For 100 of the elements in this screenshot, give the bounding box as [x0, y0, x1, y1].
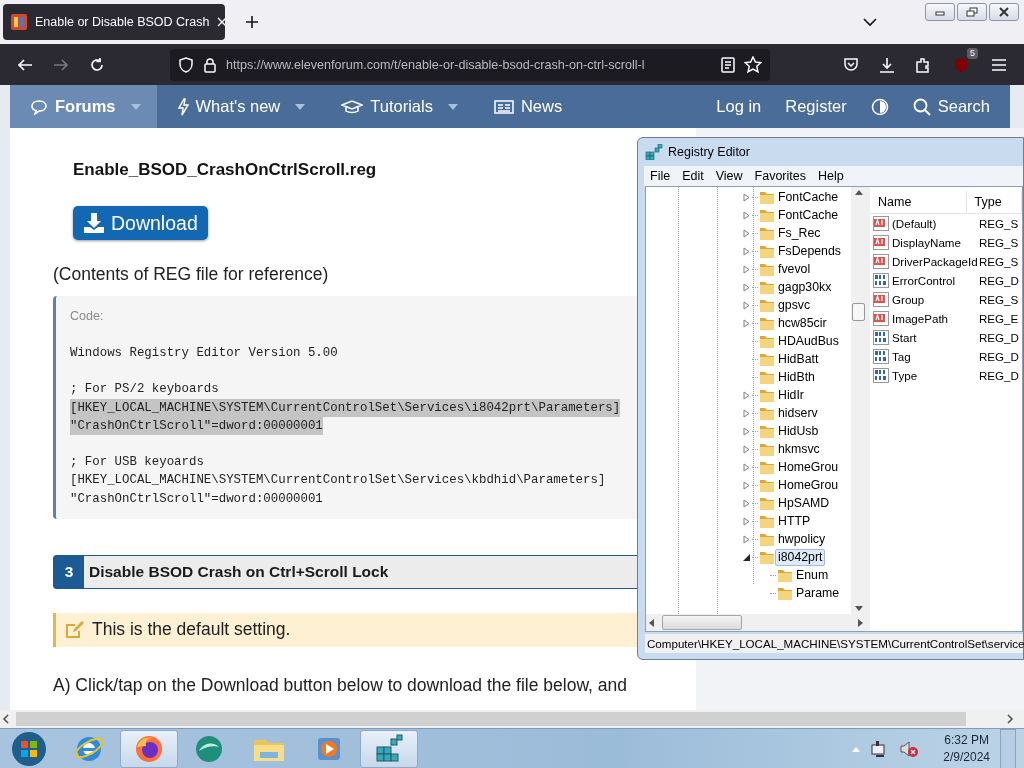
tree-item[interactable]: HidBatt: [775, 350, 822, 368]
expand-arrow-icon[interactable]: [742, 192, 751, 202]
nav-tab[interactable]: Forums: [10, 85, 157, 128]
tree-item[interactable]: Enum: [793, 566, 832, 584]
menu-item[interactable]: File: [644, 169, 677, 183]
tree-item[interactable]: HomeGrou: [775, 458, 842, 476]
caret-icon[interactable]: [295, 103, 306, 110]
nav-tab[interactable]: News: [473, 85, 579, 128]
close-button[interactable]: [989, 3, 1019, 21]
value-row[interactable]: Group REG_S: [870, 290, 1022, 309]
chevron-down-icon[interactable]: [863, 17, 877, 27]
menu-item[interactable]: View: [709, 169, 749, 183]
instruction-text: A) Click/tap on the Download button below to download the file below, and: [53, 673, 628, 697]
tree-item[interactable]: HidUsb: [775, 422, 822, 440]
ublock-button[interactable]: 5: [944, 47, 978, 82]
tree-item[interactable]: hkmsvc: [775, 440, 823, 458]
value-row[interactable]: Start REG_D: [870, 328, 1022, 347]
tree-item[interactable]: FsDepends: [775, 242, 844, 260]
sphere-icon[interactable]: [193, 733, 225, 765]
tree-item[interactable]: gpsvc: [775, 296, 814, 314]
tree-item[interactable]: HomeGrou: [775, 476, 842, 494]
tree-item[interactable]: i8042prt: [775, 548, 826, 566]
nav-tab[interactable]: What's new: [156, 85, 322, 128]
expand-arrow-icon[interactable]: [742, 300, 751, 310]
restore-button[interactable]: [957, 3, 987, 21]
value-row[interactable]: ErrorControl REG_D: [870, 271, 1022, 290]
horizontal-scrollbar[interactable]: [646, 614, 866, 631]
tree-item[interactable]: HpSAMD: [775, 494, 833, 512]
tree-item[interactable]: Parame: [793, 584, 843, 602]
menu-item[interactable]: Favorites: [748, 169, 812, 183]
reader-view-icon[interactable]: [721, 56, 735, 73]
taskbar-app[interactable]: [120, 730, 178, 768]
expand-arrow-icon[interactable]: [742, 228, 751, 238]
expand-arrow-icon[interactable]: [742, 390, 751, 400]
expand-arrow-icon[interactable]: [742, 426, 751, 436]
expand-arrow-icon[interactable]: [742, 264, 751, 274]
value-row[interactable]: (Default) REG_S: [870, 214, 1022, 233]
value-row[interactable]: Tag REG_D: [870, 347, 1022, 366]
expand-arrow-icon[interactable]: [742, 210, 751, 220]
tree-item[interactable]: HidIr: [775, 386, 807, 404]
close-icon[interactable]: [217, 17, 225, 27]
restore-icon: [966, 7, 978, 17]
register-link[interactable]: Register: [773, 85, 859, 128]
column-header[interactable]: Type: [966, 191, 1022, 213]
expand-arrow-icon[interactable]: [742, 444, 751, 454]
scroll-thumb[interactable]: [16, 712, 966, 726]
expand-arrow-icon[interactable]: [742, 480, 751, 490]
menu-item[interactable]: Help: [812, 169, 850, 183]
horizontal-scrollbar[interactable]: [0, 710, 1024, 728]
login-link[interactable]: Log in: [704, 85, 774, 128]
collapse-arrow-icon[interactable]: [742, 552, 751, 562]
speaker-muted-icon[interactable]: [899, 740, 920, 758]
cubes-icon[interactable]: [373, 733, 405, 765]
tree-item[interactable]: hcw85cir: [775, 314, 830, 332]
expand-arrow-icon[interactable]: [742, 498, 751, 508]
clock-date: 2/9/2024: [943, 749, 990, 766]
expand-arrow-icon[interactable]: [742, 246, 751, 256]
caret-icon[interactable]: [130, 103, 141, 110]
download-button[interactable]: Download: [73, 206, 208, 240]
tree-item[interactable]: HTTP: [775, 512, 814, 530]
scroll-thumb[interactable]: [662, 615, 742, 630]
shield-icon: [953, 56, 969, 73]
scroll-thumb[interactable]: [852, 303, 865, 321]
column-header[interactable]: Name: [870, 191, 967, 213]
expand-arrow-icon[interactable]: [742, 318, 751, 328]
tree-item[interactable]: fvevol: [775, 260, 814, 278]
expand-arrow-icon[interactable]: [742, 516, 751, 526]
expand-arrow-icon[interactable]: [742, 282, 751, 292]
tree-item[interactable]: FontCache: [775, 206, 842, 224]
expand-arrow-icon[interactable]: [742, 408, 751, 418]
caret-icon[interactable]: [447, 103, 458, 110]
expand-arrow-icon[interactable]: [742, 462, 751, 472]
star-icon[interactable]: [744, 55, 762, 74]
minimize-button[interactable]: [925, 3, 955, 21]
value-name: Group: [892, 293, 925, 306]
address-bar[interactable]: https://www.elevenforum.com/t/enable-or-disable-bsod-crash-on-ctrl-scroll-l: [170, 48, 770, 81]
value-type: REG_S: [979, 217, 1019, 230]
tree-item[interactable]: hwpolicy: [775, 530, 829, 548]
value-row[interactable]: Type REG_D: [870, 366, 1022, 385]
tree-item[interactable]: Fs_Rec: [775, 224, 824, 242]
tree-item[interactable]: HDAudBus: [775, 332, 842, 350]
folder-icon: [759, 207, 775, 223]
browser-tab[interactable]: Enable or Disable BSOD Crash: [3, 4, 225, 40]
tree-item[interactable]: FontCache: [775, 188, 842, 206]
expand-arrow-icon[interactable]: [742, 534, 751, 544]
taskbar-app[interactable]: [360, 730, 418, 768]
tree-item[interactable]: HidBth: [775, 368, 818, 386]
value-row[interactable]: ImagePath REG_E: [870, 309, 1022, 328]
nav-tab[interactable]: Tutorials: [321, 85, 474, 128]
menu-item[interactable]: Edit: [676, 169, 710, 183]
lock-icon[interactable]: [203, 56, 217, 73]
clock[interactable]: 6:32 PM 2/9/2024: [943, 732, 990, 766]
search-link[interactable]: Search: [900, 85, 1010, 128]
tree-item[interactable]: hidserv: [775, 404, 821, 422]
value-row[interactable]: DisplayName REG_S: [870, 233, 1022, 252]
shield-icon[interactable]: [178, 56, 194, 73]
chevron-left-icon: [0, 713, 12, 725]
tree-item[interactable]: gagp30kx: [775, 278, 835, 296]
value-row[interactable]: DriverPackageId REG_S: [870, 252, 1022, 271]
fox-globe-icon[interactable]: [133, 733, 165, 765]
